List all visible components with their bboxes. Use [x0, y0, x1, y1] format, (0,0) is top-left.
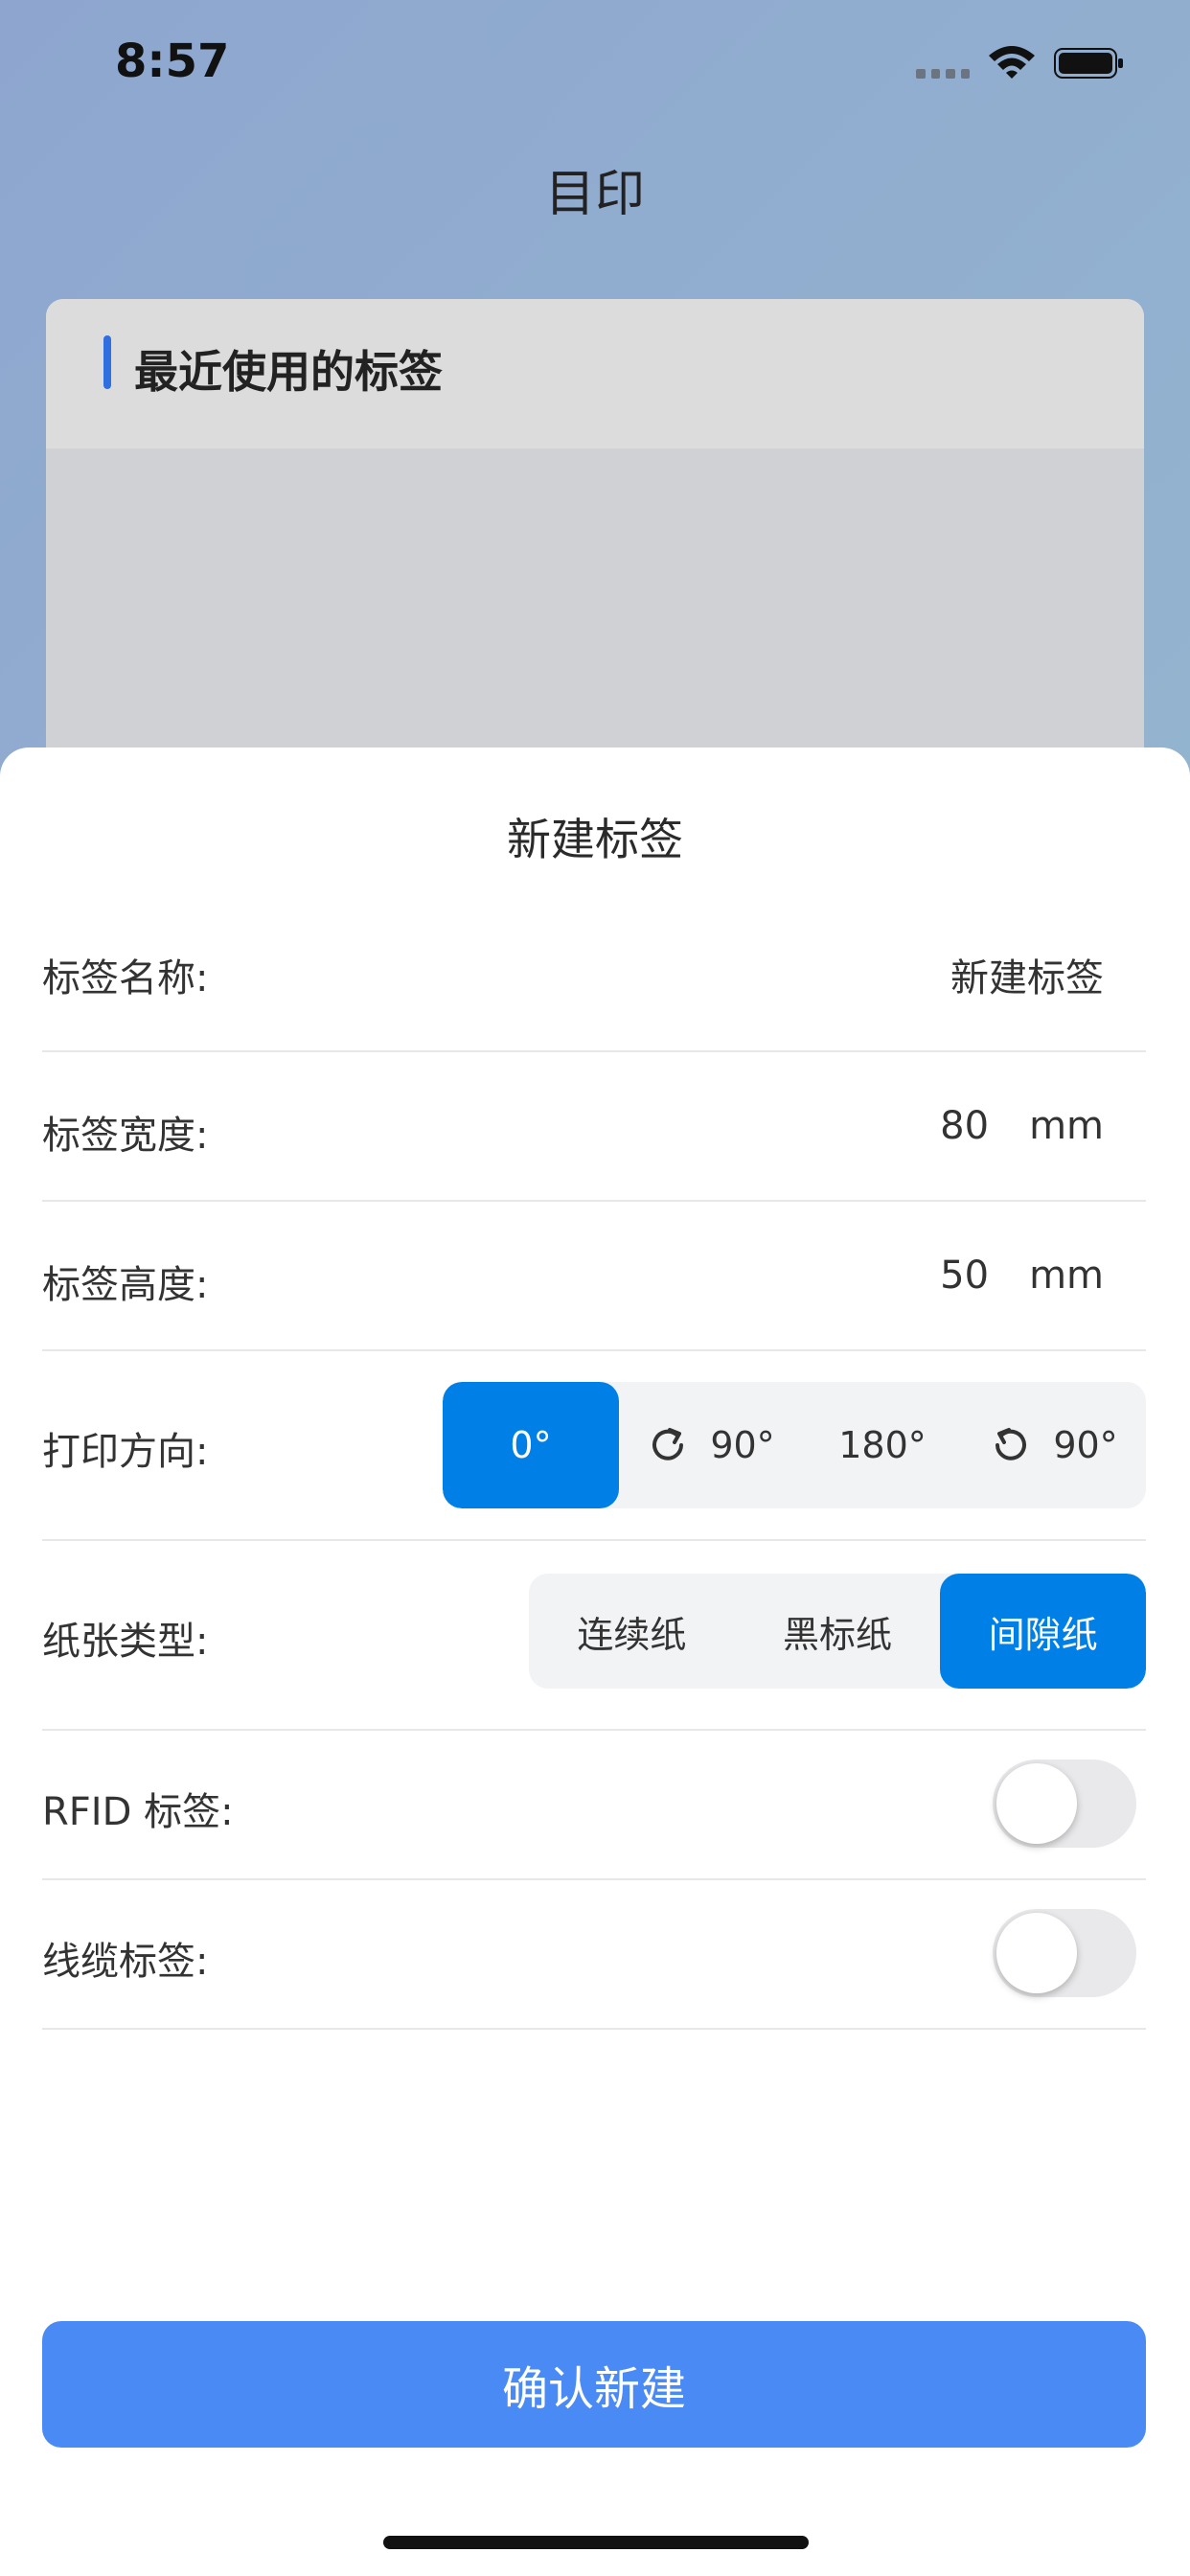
recent-labels-header: 最近使用的标签 [46, 299, 1144, 448]
new-label-sheet: 新建标签 标签名称: 新建标签 标签宽度: 80 mm 标签高度: 50 mm 打印… [0, 748, 1190, 2576]
orientation-option-0-label: 0° [510, 1424, 552, 1466]
label-width-label: 标签宽度: [42, 1114, 209, 1158]
orientation-option-180-label: 180° [838, 1424, 927, 1466]
cable-label: 线缆标签: [42, 1940, 209, 1984]
rfid-toggle-knob [996, 1763, 1077, 1844]
orientation-option-90-ccw-label: 90° [1053, 1424, 1118, 1466]
rotate-counterclockwise-icon [995, 1428, 1027, 1460]
label-height-row[interactable]: 标签高度: 50 mm [42, 1202, 1146, 1351]
cable-row: 线缆标签: [42, 1880, 1146, 2030]
label-width-value[interactable]: 80 mm [940, 1104, 1104, 1148]
orientation-option-90-cw-label: 90° [710, 1424, 775, 1466]
rfid-row: RFID 标签: [42, 1731, 1146, 1880]
print-orientation-label: 打印方向: [42, 1430, 209, 1474]
rfid-toggle[interactable] [993, 1760, 1136, 1848]
paper-type-row: 纸张类型: 连续纸 黑标纸 间隙纸 [42, 1541, 1146, 1731]
label-name-value[interactable]: 新建标签 [950, 947, 1104, 1002]
confirm-create-button[interactable]: 确认新建 [42, 2321, 1146, 2448]
rotate-clockwise-icon [652, 1428, 684, 1460]
battery-icon [1054, 48, 1123, 79]
label-name-row[interactable]: 标签名称: 新建标签 [42, 889, 1146, 1052]
cable-toggle[interactable] [993, 1909, 1136, 1997]
cable-toggle-knob [996, 1913, 1077, 1993]
orientation-option-90-ccw[interactable]: 90° [962, 1382, 1146, 1508]
recent-labels-title: 最近使用的标签 [134, 346, 443, 398]
orientation-option-90-cw[interactable]: 90° [619, 1382, 803, 1508]
height-unit: mm [1029, 1254, 1104, 1298]
label-height-label: 标签高度: [42, 1263, 209, 1307]
orientation-option-0[interactable]: 0° [443, 1382, 619, 1508]
label-height-value[interactable]: 50 mm [940, 1254, 1104, 1298]
accent-bar [103, 335, 111, 389]
home-indicator[interactable] [383, 2536, 809, 2549]
status-bar: 8:57 [0, 0, 1190, 134]
height-number[interactable]: 50 [940, 1254, 989, 1298]
paper-type-label: 纸张类型: [42, 1620, 209, 1664]
wifi-icon [989, 46, 1035, 79]
app-title: 目印 [544, 166, 645, 223]
paper-type-continuous[interactable]: 连续纸 [529, 1574, 735, 1689]
paper-type-gap[interactable]: 间隙纸 [940, 1574, 1146, 1689]
status-time: 8:57 [115, 34, 230, 88]
sheet-title: 新建标签 [507, 814, 683, 865]
paper-type-selector: 连续纸 黑标纸 间隙纸 [529, 1574, 1146, 1689]
orientation-selector: 0° 90° 180° 90° [443, 1382, 1146, 1508]
cellular-signal-icon [916, 69, 970, 80]
print-orientation-row: 打印方向: 0° 90° 180° 90° [42, 1351, 1146, 1541]
orientation-option-180[interactable]: 180° [803, 1382, 962, 1508]
label-width-row[interactable]: 标签宽度: 80 mm [42, 1052, 1146, 1202]
width-number[interactable]: 80 [940, 1104, 989, 1148]
rfid-label: RFID 标签: [42, 1790, 234, 1834]
width-unit: mm [1029, 1104, 1104, 1148]
label-name-label: 标签名称: [42, 956, 209, 1000]
paper-type-black-mark[interactable]: 黑标纸 [735, 1574, 941, 1689]
